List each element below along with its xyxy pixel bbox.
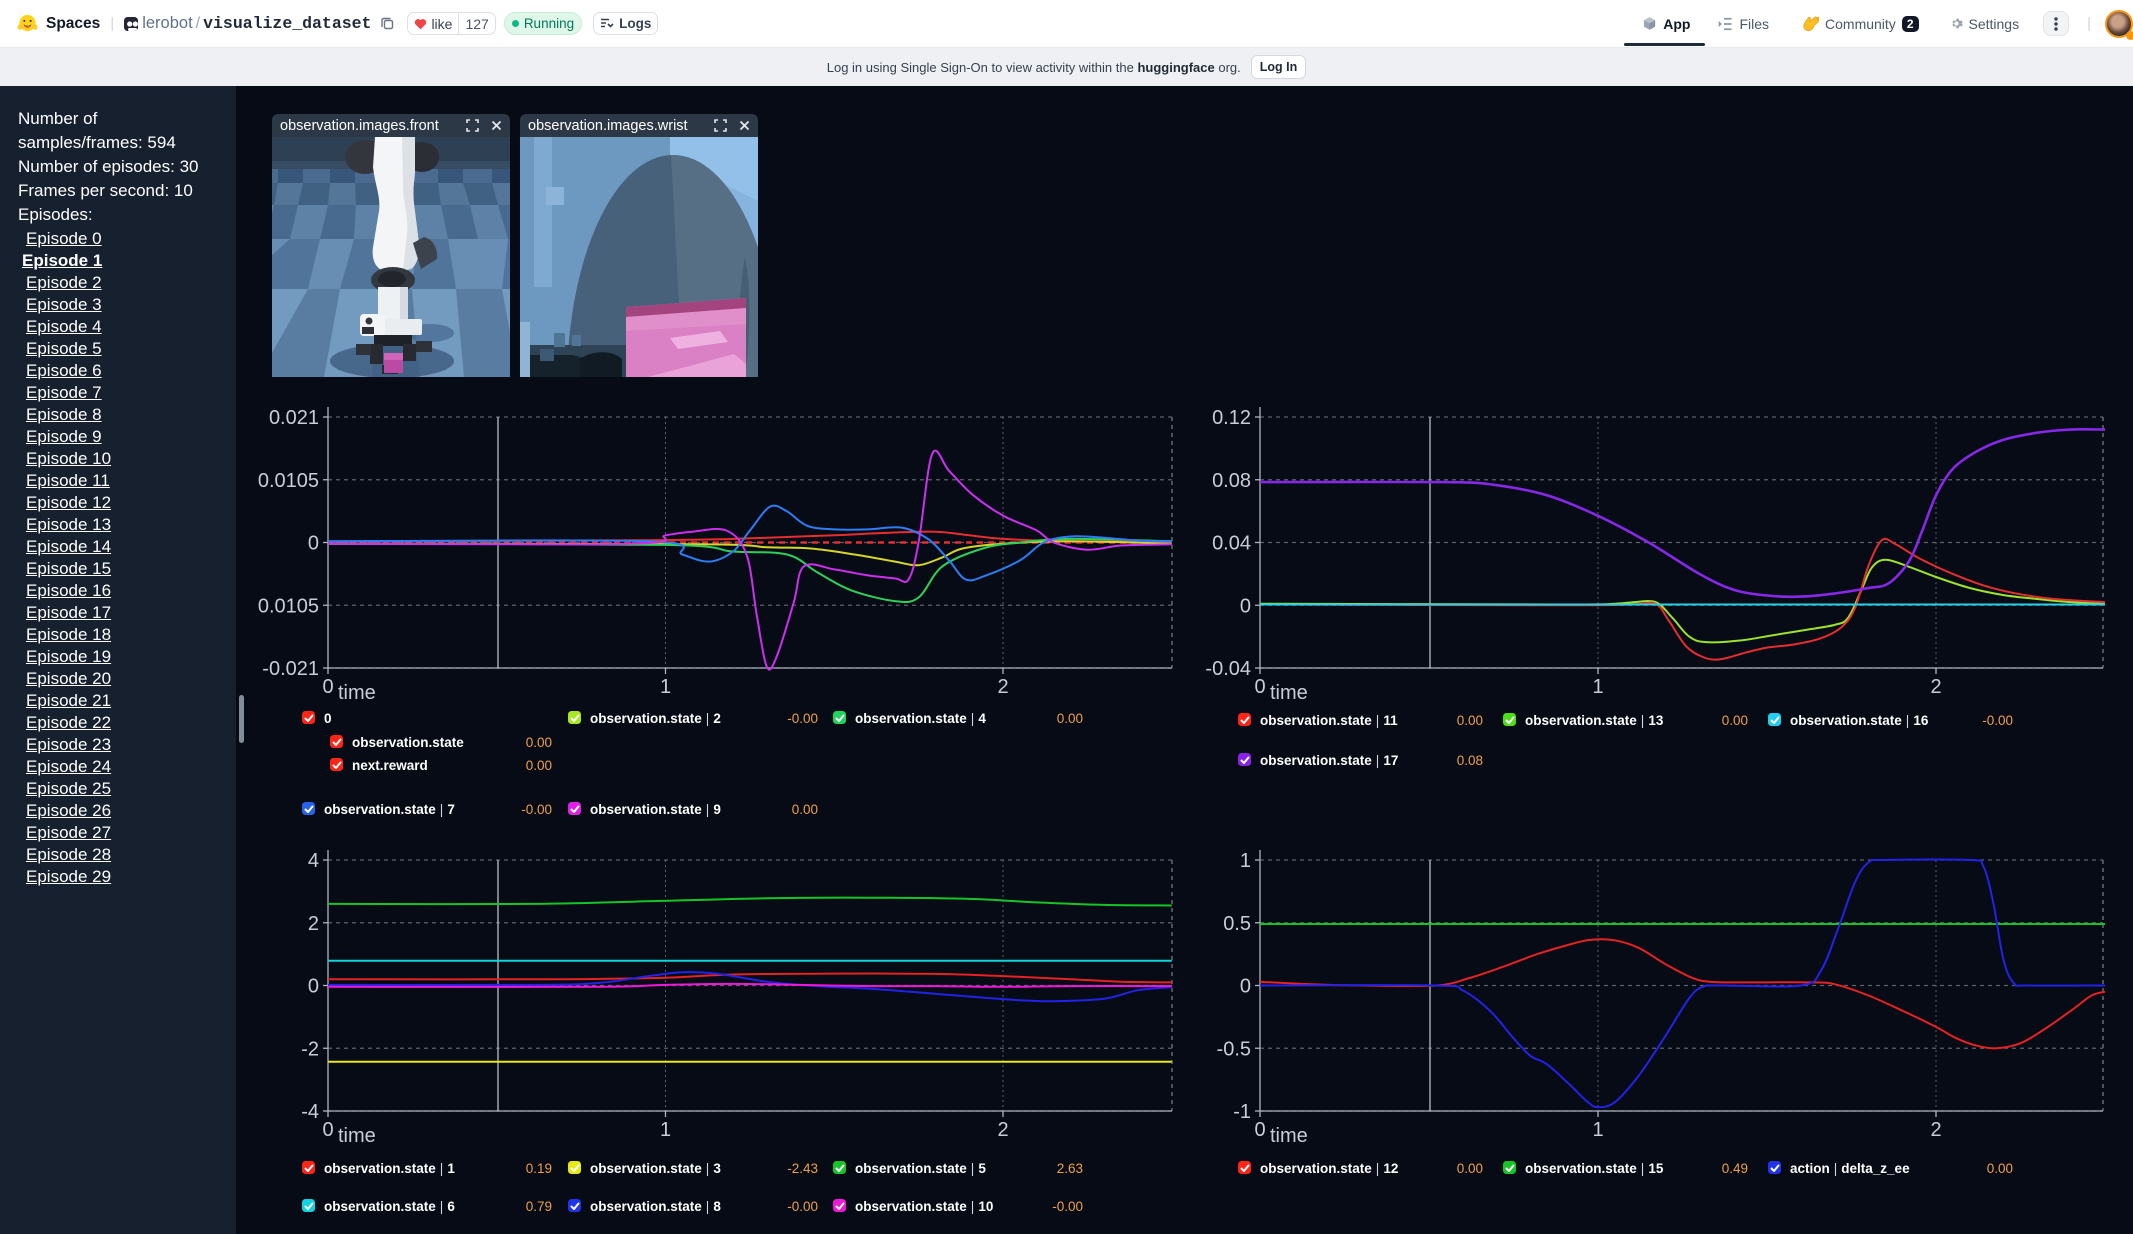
svg-text:time: time bbox=[1270, 1125, 1308, 1147]
svg-text:1: 1 bbox=[660, 676, 671, 698]
svg-text:2: 2 bbox=[997, 1119, 1008, 1141]
svg-text:-4: -4 bbox=[301, 1101, 319, 1123]
svg-text:1: 1 bbox=[1592, 676, 1603, 698]
svg-text:0.5: 0.5 bbox=[1223, 913, 1251, 935]
svg-text:0: 0 bbox=[308, 976, 319, 998]
svg-text:time: time bbox=[1270, 682, 1308, 704]
svg-text:0: 0 bbox=[1240, 595, 1251, 617]
svg-text:0.12: 0.12 bbox=[1212, 407, 1251, 429]
svg-text:-1: -1 bbox=[1233, 1101, 1251, 1123]
svg-text:2: 2 bbox=[997, 676, 1008, 698]
svg-text:0: 0 bbox=[322, 1119, 333, 1141]
svg-text:0.0105: 0.0105 bbox=[258, 470, 319, 492]
svg-text:2: 2 bbox=[1930, 676, 1941, 698]
svg-text:-2: -2 bbox=[301, 1038, 319, 1060]
svg-text:1: 1 bbox=[1592, 1119, 1603, 1141]
svg-text:-0.04: -0.04 bbox=[1205, 658, 1251, 680]
svg-text:time: time bbox=[338, 682, 376, 704]
svg-text:0.021: 0.021 bbox=[269, 407, 319, 429]
svg-text:-0.021: -0.021 bbox=[262, 658, 319, 680]
svg-text:4: 4 bbox=[308, 850, 319, 872]
svg-text:0: 0 bbox=[1240, 976, 1251, 998]
svg-text:0.08: 0.08 bbox=[1212, 470, 1251, 492]
svg-text:2: 2 bbox=[308, 913, 319, 935]
svg-text:0: 0 bbox=[1254, 1119, 1265, 1141]
svg-text:0: 0 bbox=[1254, 676, 1265, 698]
svg-text:0: 0 bbox=[322, 676, 333, 698]
svg-text:-0.5: -0.5 bbox=[1217, 1038, 1251, 1060]
svg-text:1: 1 bbox=[660, 1119, 671, 1141]
svg-text:2: 2 bbox=[1930, 1119, 1941, 1141]
svg-text:time: time bbox=[338, 1125, 376, 1147]
svg-text:0.0105: 0.0105 bbox=[258, 595, 319, 617]
svg-text:1: 1 bbox=[1240, 850, 1251, 872]
svg-text:0: 0 bbox=[308, 533, 319, 555]
svg-text:0.04: 0.04 bbox=[1212, 533, 1251, 555]
